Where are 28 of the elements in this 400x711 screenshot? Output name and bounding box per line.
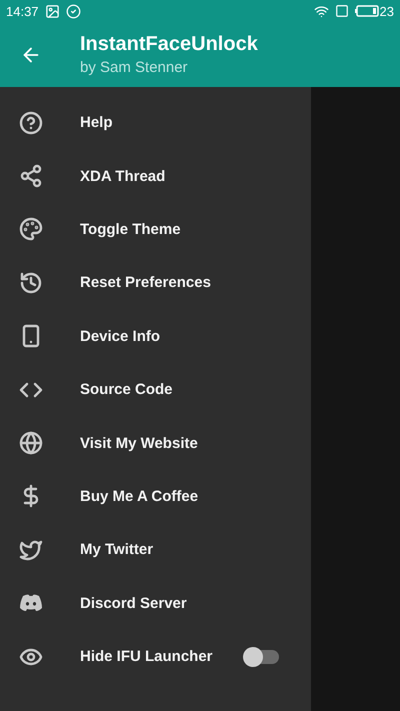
drawer-item[interactable]: Visit My Website <box>80 434 243 452</box>
clock: 14:37 <box>6 4 39 18</box>
palette-icon <box>19 217 43 242</box>
app-title: InstantFaceUnlock <box>80 33 258 56</box>
check-circle-icon <box>66 4 81 18</box>
bird-icon <box>19 538 43 562</box>
history-icon <box>19 270 43 295</box>
drawer-item[interactable]: My Twitter <box>80 541 243 558</box>
share-icon <box>19 164 43 188</box>
battery-percent: 23 <box>380 4 394 18</box>
drawer-item[interactable]: Source Code <box>80 381 243 398</box>
app-subtitle: by Sam Stenner <box>80 59 189 76</box>
drawer-item[interactable]: Discord Server <box>80 594 243 612</box>
drawer-item[interactable]: Buy Me A Coffee <box>80 488 243 505</box>
drawer-item[interactable]: Reset Preferences <box>80 274 243 292</box>
toggle-switch[interactable] <box>243 646 279 667</box>
drawer-item[interactable]: XDA Thread <box>80 168 243 185</box>
drawer-item[interactable]: Hide IFU Launcher <box>80 648 243 666</box>
sim-icon <box>334 4 349 18</box>
drawer-item[interactable]: Toggle Theme <box>80 220 243 238</box>
battery-icon <box>354 5 379 17</box>
help-icon <box>19 110 43 135</box>
image-icon <box>44 4 60 18</box>
drawer-item[interactable]: Help <box>80 114 243 132</box>
wifi-icon <box>314 4 329 18</box>
drawer-item[interactable]: Device Info <box>80 328 243 345</box>
gamepad-icon <box>19 593 43 614</box>
globe-icon <box>19 431 43 456</box>
